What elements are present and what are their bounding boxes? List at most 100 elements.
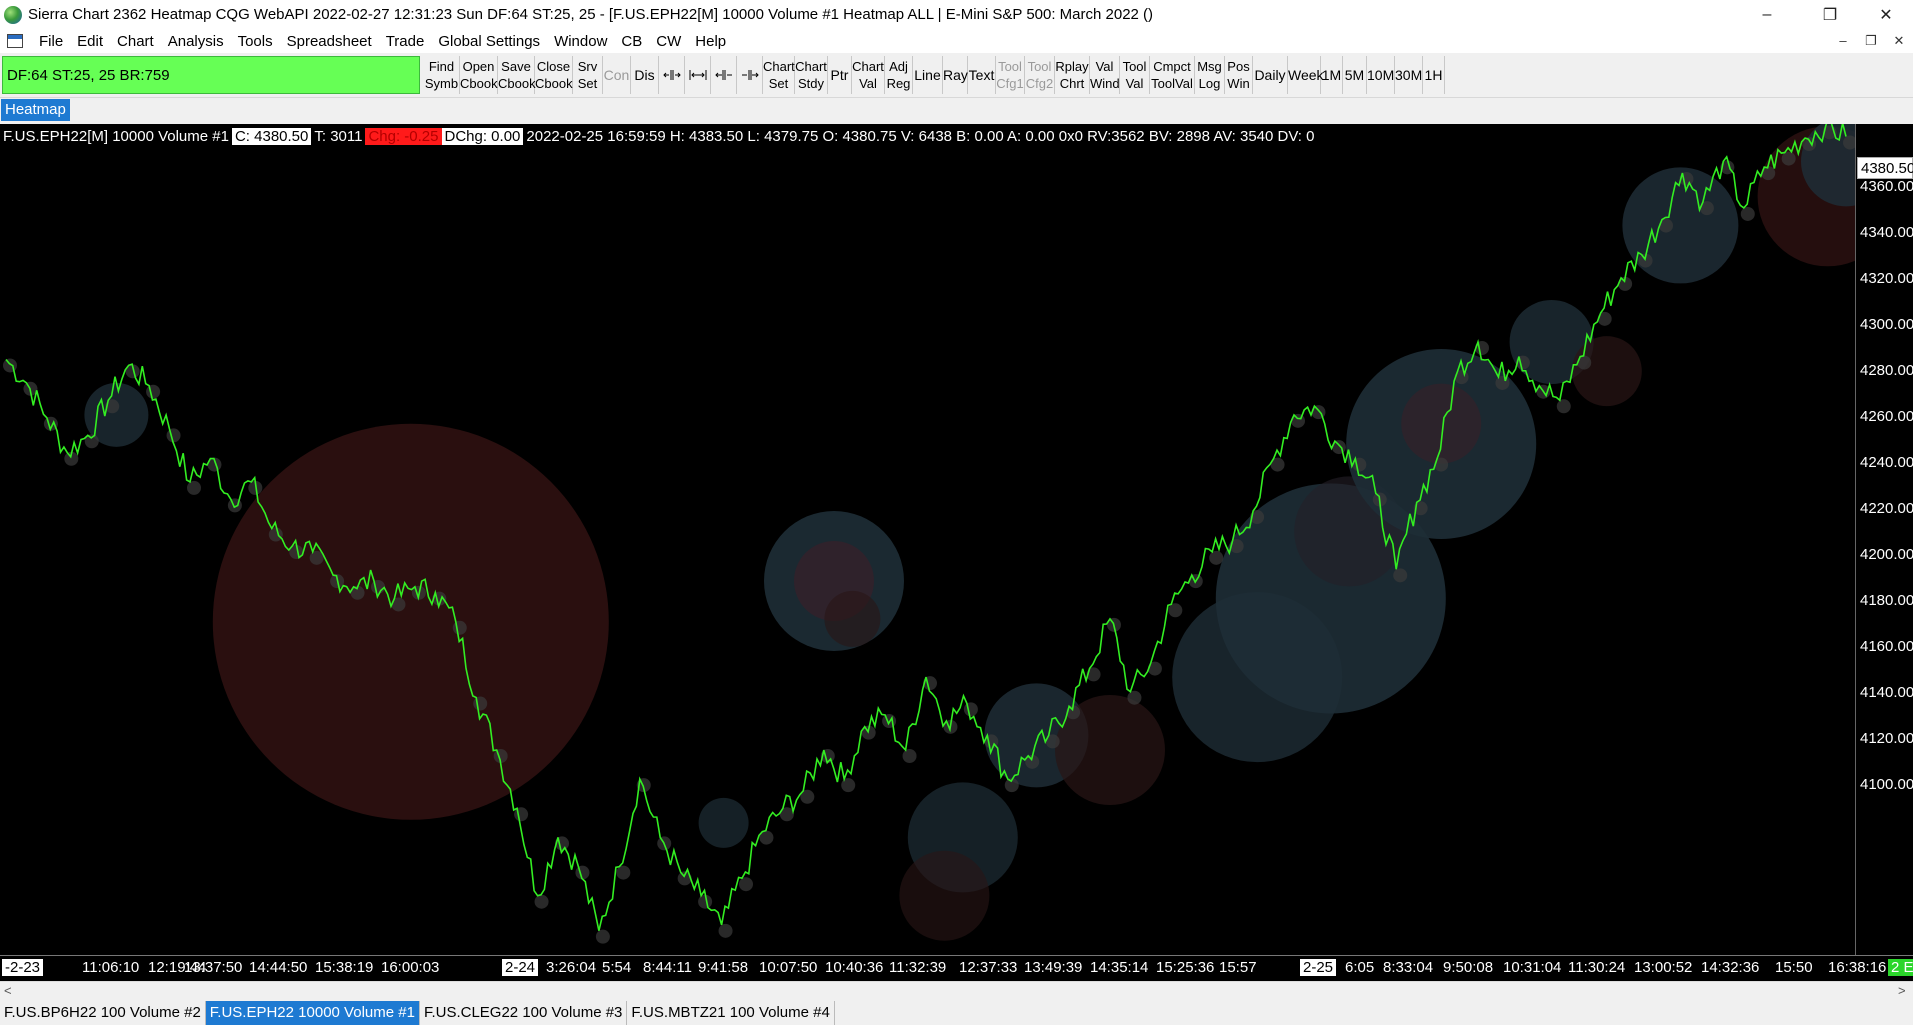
- time-tick-label: 13:49:39: [1024, 959, 1083, 976]
- toolbar-label: 30M: [1395, 66, 1423, 83]
- daily-button[interactable]: Daily: [1253, 56, 1288, 94]
- shift-right-icon[interactable]: [737, 56, 763, 94]
- time-tick-label: 12:37:33: [959, 959, 1018, 976]
- shift-left-icon[interactable]: [711, 56, 737, 94]
- chart-close-button[interactable]: ✕: [1885, 29, 1913, 53]
- chart-tab-f-us-mbtz21[interactable]: F.US.MBTZ21 100 Volume #4: [627, 1001, 835, 1025]
- menu-tools[interactable]: Tools: [231, 33, 280, 50]
- find-symb-button[interactable]: Find Symb: [424, 56, 460, 94]
- toolbar-label: Dis: [634, 66, 655, 83]
- time-tick-label: 2-25: [1300, 959, 1337, 976]
- toolbar-label: Cbook: [498, 76, 536, 91]
- save-cbook-button[interactable]: Save Cbook: [498, 56, 536, 94]
- time-tick-label: 9:50:08: [1443, 959, 1494, 976]
- chart-tab-f-us-eph22[interactable]: F.US.EPH22 10000 Volume #1: [205, 1001, 420, 1025]
- tool-cfg2-button[interactable]: Tool Cfg2: [1025, 56, 1055, 94]
- scroll-left-button[interactable]: <: [4, 983, 12, 998]
- cmpct-toolval-button[interactable]: Cmpct ToolVal: [1150, 56, 1195, 94]
- toolbar-label: 1M: [1321, 66, 1342, 83]
- toolbar-label: Chart: [763, 59, 795, 74]
- heatmap-volume-dot: [452, 620, 467, 635]
- time-tick-label: 14:35:14: [1090, 959, 1149, 976]
- time-tick-label: 13:37:50: [184, 959, 243, 976]
- price-axis[interactable]: 4380.50 4360.00 4340.00 4320.00 4300.00 4280…: [1855, 124, 1913, 955]
- chart-status-box: DF:64 ST:25, 25 BR:759: [2, 56, 420, 94]
- price-tick-label: 4360.00: [1860, 178, 1913, 195]
- heatmap-volume-cluster: [1401, 383, 1482, 464]
- dis-button[interactable]: Dis: [631, 56, 659, 94]
- heatmap-volume-cluster: [824, 590, 881, 647]
- minimize-button[interactable]: –: [1738, 0, 1796, 29]
- week-button[interactable]: Week: [1288, 56, 1324, 94]
- menu-window[interactable]: Window: [547, 33, 614, 50]
- restore-button[interactable]: ❐: [1801, 0, 1859, 29]
- rplay-chrt-button[interactable]: Rplay Chrt: [1055, 56, 1090, 94]
- menu-help[interactable]: Help: [688, 33, 733, 50]
- scroll-right-button[interactable]: >: [1898, 983, 1906, 998]
- chart-val-button[interactable]: Chart Val: [852, 56, 885, 94]
- time-axis[interactable]: -2-23 11:06:10 12:19:44 13:37:50 14:44:50 15:…: [0, 955, 1913, 981]
- heatmap-volume-dot: [1495, 375, 1510, 390]
- toolbar-label: Cfg1: [996, 76, 1024, 91]
- tool-val-button[interactable]: Tool Val: [1120, 56, 1150, 94]
- menu-cb[interactable]: CB: [614, 33, 649, 50]
- toolbar-label: Text: [968, 66, 995, 83]
- open-cbook-button[interactable]: Open Cbook: [460, 56, 498, 94]
- heatmap-chart[interactable]: [0, 124, 1855, 955]
- price-tick-label: 4320.00: [1860, 270, 1913, 287]
- srv-set-button[interactable]: Srv Set: [573, 56, 603, 94]
- chart-tab-f-us-bp6h22[interactable]: F.US.BP6H22 100 Volume #2: [0, 1001, 206, 1025]
- toolbar-label: Chrt: [1059, 76, 1085, 91]
- toolbar-label: Srv: [577, 59, 598, 74]
- line-button[interactable]: Line: [913, 56, 943, 94]
- toolbar: DF:64 ST:25, 25 BR:759 Find Symb Open Cbook…: [0, 53, 1913, 98]
- close-cbook-button[interactable]: Close Cbook: [535, 56, 573, 94]
- heatmap-volume-dot: [3, 358, 17, 373]
- menu-spreadsheet[interactable]: Spreadsheet: [280, 33, 379, 50]
- ray-button[interactable]: Ray: [943, 56, 968, 94]
- ptr-button[interactable]: Ptr: [828, 56, 852, 94]
- chart-tab-f-us-cleg22[interactable]: F.US.CLEG22 100 Volume #3: [420, 1001, 628, 1025]
- chart-minimize-button[interactable]: –: [1829, 29, 1857, 53]
- tab-heatmap[interactable]: Heatmap: [1, 99, 70, 121]
- msg-log-button[interactable]: Msg Log: [1195, 56, 1225, 94]
- text-button[interactable]: Text: [968, 56, 996, 94]
- pos-win-button[interactable]: Pos Win: [1225, 56, 1253, 94]
- chart-tab-detail: 100 Volume #4: [729, 1004, 830, 1021]
- price-tick-label: 4280.00: [1860, 362, 1913, 379]
- price-tick-label: 4220.00: [1860, 500, 1913, 517]
- window-title: Sierra Chart 2362 Heatmap CQG WebAPI 202…: [28, 6, 1154, 23]
- menu-edit[interactable]: Edit: [70, 33, 110, 50]
- menu-analysis[interactable]: Analysis: [161, 33, 231, 50]
- chart-tab-symbol: F.US.BP6H22: [4, 1004, 101, 1021]
- toolbar-label: Adj: [889, 59, 908, 74]
- con-button[interactable]: Con: [603, 56, 631, 94]
- toolbar-label: Reg: [886, 76, 911, 91]
- compress-bars-icon[interactable]: [659, 56, 685, 94]
- horizontal-scrollbar[interactable]: < >: [0, 981, 1913, 1000]
- val-wind-button[interactable]: Val Wind: [1090, 56, 1120, 94]
- 5m-button[interactable]: 5M: [1343, 56, 1367, 94]
- menu-cw[interactable]: CW: [649, 33, 688, 50]
- menu-chart[interactable]: Chart: [110, 33, 161, 50]
- adj-reg-button[interactable]: Adj Reg: [885, 56, 913, 94]
- toolbar-label: Pos: [1227, 59, 1250, 74]
- 1m-button[interactable]: 1M: [1321, 56, 1343, 94]
- chart-area[interactable]: [0, 124, 1913, 955]
- toolbar-label: 1H: [1424, 66, 1443, 83]
- menu-file[interactable]: File: [32, 33, 70, 50]
- 30m-button[interactable]: 30M: [1395, 56, 1423, 94]
- trades-value: T: 3011: [314, 127, 363, 145]
- chart-stdy-button[interactable]: Chart Stdy: [795, 56, 828, 94]
- 10m-button[interactable]: 10M: [1367, 56, 1395, 94]
- chart-restore-button[interactable]: ❐: [1857, 29, 1885, 53]
- close-button[interactable]: ✕: [1857, 0, 1913, 29]
- 1h-button[interactable]: 1H: [1423, 56, 1445, 94]
- toolbar-label: Val: [859, 76, 877, 91]
- expand-bars-icon[interactable]: [685, 56, 711, 94]
- tool-cfg1-button[interactable]: Tool Cfg1: [996, 56, 1025, 94]
- document-window-icon[interactable]: [7, 34, 23, 48]
- chart-set-button[interactable]: Chart Set: [763, 56, 795, 94]
- menu-trade[interactable]: Trade: [379, 33, 432, 50]
- menu-global-settings[interactable]: Global Settings: [431, 33, 547, 50]
